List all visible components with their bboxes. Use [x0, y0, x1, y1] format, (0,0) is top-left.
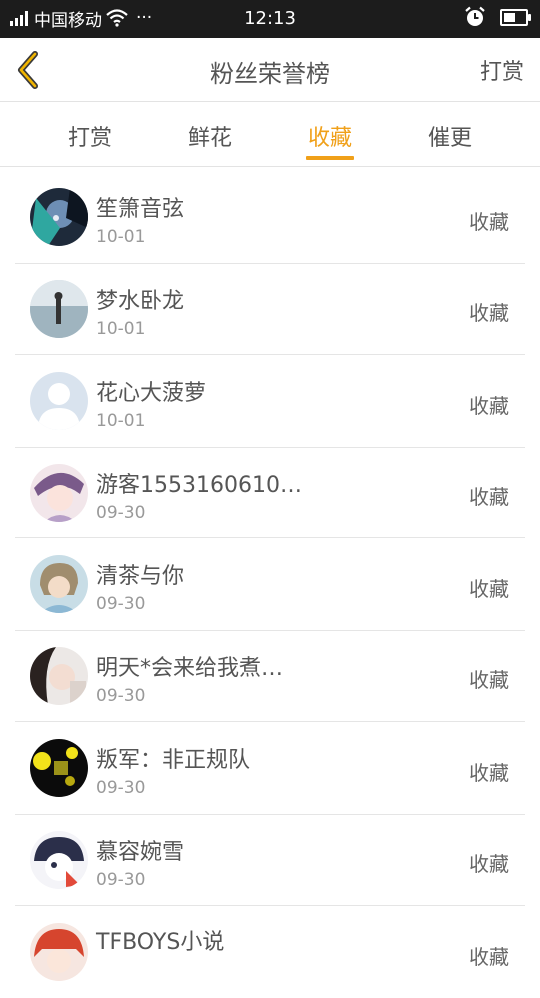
- user-date: 09-30: [96, 778, 146, 798]
- user-name: 明天*会来给我煮…: [96, 656, 284, 681]
- battery-icon: [500, 8, 531, 26]
- avatar: [30, 280, 88, 338]
- avatar: [30, 923, 88, 981]
- user-name: 花心大菠萝: [96, 381, 207, 406]
- user-name: 笙箫音弦: [96, 197, 185, 222]
- favorite-label: 收藏: [469, 394, 509, 418]
- user-name: 慕容婉雪: [96, 840, 185, 865]
- favorite-label: 收藏: [469, 210, 509, 234]
- fan-list: 笙箫音弦 10-01 收藏 梦水卧龙 10-01 收藏 花心大菠萝 10-01 …: [15, 171, 525, 998]
- tab-favorites[interactable]: 收藏: [270, 120, 390, 152]
- status-bar: 中国移动 ··· 12:13: [0, 0, 540, 38]
- user-date: 10-01: [96, 411, 146, 431]
- user-date: 10-01: [96, 227, 146, 247]
- avatar: [30, 372, 88, 430]
- favorite-label: 收藏: [469, 301, 509, 325]
- favorite-label: 收藏: [469, 668, 509, 692]
- avatar: [30, 831, 88, 889]
- favorite-label: 收藏: [469, 761, 509, 785]
- list-item[interactable]: TFBOYS小说 收藏: [15, 906, 525, 998]
- list-item[interactable]: 叛军：非正规队 09-30 收藏: [15, 722, 525, 815]
- tab-reward[interactable]: 打赏: [30, 120, 150, 152]
- favorite-label: 收藏: [469, 852, 509, 876]
- avatar: [30, 739, 88, 797]
- user-name: TFBOYS小说: [96, 930, 225, 955]
- user-date: 09-30: [96, 686, 146, 706]
- active-tab-indicator: [306, 156, 354, 160]
- avatar: [30, 188, 88, 246]
- page-title: 粉丝荣誉榜: [210, 60, 330, 88]
- user-date: 10-01: [96, 319, 146, 339]
- user-date: 09-30: [96, 594, 146, 614]
- tab-flowers[interactable]: 鲜花: [150, 120, 270, 152]
- user-name: 梦水卧龙: [96, 289, 185, 314]
- list-item[interactable]: 明天*会来给我煮… 09-30 收藏: [15, 631, 525, 722]
- list-item[interactable]: 花心大菠萝 10-01 收藏: [15, 355, 525, 448]
- avatar: [30, 555, 88, 613]
- favorite-label: 收藏: [469, 577, 509, 601]
- list-item[interactable]: 游客1553160610… 09-30 收藏: [15, 448, 525, 538]
- favorite-label: 收藏: [469, 945, 509, 969]
- alarm-icon: [465, 6, 485, 26]
- list-item[interactable]: 笙箫音弦 10-01 收藏: [15, 171, 525, 264]
- user-name: 游客1553160610…: [96, 473, 302, 498]
- avatar: [30, 647, 88, 705]
- list-item[interactable]: 清茶与你 09-30 收藏: [15, 538, 525, 631]
- list-item[interactable]: 慕容婉雪 09-30 收藏: [15, 815, 525, 906]
- user-date: 09-30: [96, 870, 146, 890]
- battery-level: [504, 12, 515, 22]
- reward-button[interactable]: 打赏: [480, 54, 524, 86]
- status-right: [464, 6, 531, 28]
- header-bar: 粉丝荣誉榜 打赏: [0, 38, 540, 102]
- user-name: 清茶与你: [96, 564, 185, 589]
- user-date: 09-30: [96, 503, 146, 523]
- list-item[interactable]: 梦水卧龙 10-01 收藏: [15, 264, 525, 355]
- tab-bar: 打赏 鲜花 收藏 催更: [0, 102, 540, 167]
- clock: 12:13: [244, 8, 296, 29]
- avatar: [30, 464, 88, 522]
- user-name: 叛军：非正规队: [96, 748, 251, 773]
- tab-urge-update[interactable]: 催更: [390, 120, 510, 152]
- favorite-label: 收藏: [469, 485, 509, 509]
